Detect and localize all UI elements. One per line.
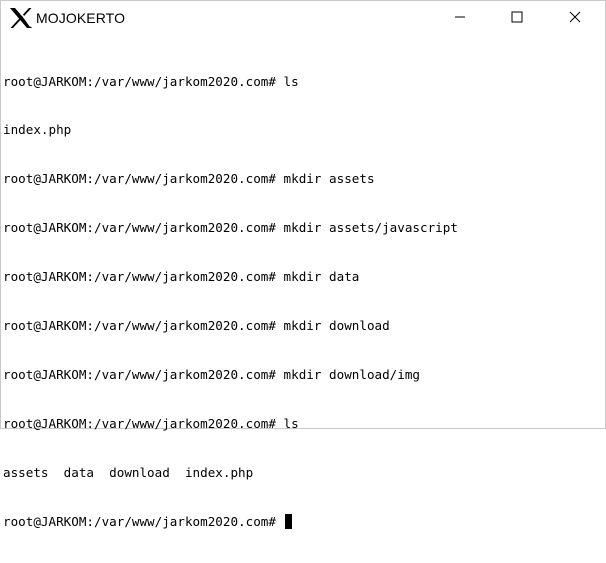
terminal-line: index.php — [3, 122, 72, 138]
prompt-line[interactable]: root@JARKOM:/var/www/jarkom2020.com# — [3, 514, 605, 530]
terminal-line: root@JARKOM:/var/www/jarkom2020.com# mkd… — [3, 318, 390, 334]
terminal-line: root@JARKOM:/var/www/jarkom2020.com# mkd… — [3, 171, 375, 187]
close-button[interactable] — [546, 1, 604, 37]
window-title: MOJOKERTO — [36, 10, 126, 26]
terminal-output[interactable]: root@JARKOM:/var/www/jarkom2020.com# ls … — [1, 37, 605, 530]
terminal-window: MOJOKERTO root@JARKOM:/var/www/jarkom202… — [0, 0, 606, 530]
maximize-button[interactable] — [488, 1, 546, 37]
prompt-text: root@JARKOM:/var/www/jarkom2020.com# — [3, 513, 284, 529]
terminal-line: root@JARKOM:/var/www/jarkom2020.com# mkd… — [3, 269, 360, 285]
title-bar[interactable]: MOJOKERTO — [1, 1, 605, 37]
minimize-icon — [454, 10, 466, 28]
text-cursor — [284, 514, 292, 530]
maximize-icon — [511, 10, 523, 28]
terminal-line: assets data download index.php — [3, 464, 254, 480]
close-icon — [569, 10, 581, 28]
x-logo-icon[interactable] — [9, 7, 33, 29]
terminal-line: root@JARKOM:/var/www/jarkom2020.com# mkd… — [3, 366, 421, 382]
minimize-button[interactable] — [431, 1, 489, 37]
terminal-line: root@JARKOM:/var/www/jarkom2020.com# mkd… — [3, 220, 458, 236]
terminal-line: root@JARKOM:/var/www/jarkom2020.com# ls — [3, 73, 299, 89]
terminal-line: root@JARKOM:/var/www/jarkom2020.com# ls — [3, 415, 299, 431]
